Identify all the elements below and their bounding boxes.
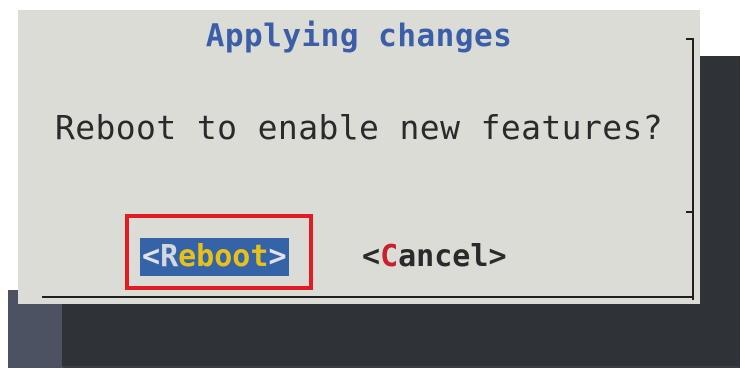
dialog-frame-right	[692, 38, 694, 300]
dialog-frame-bottom	[42, 296, 694, 298]
cancel-button[interactable]: < Cancel >	[362, 238, 507, 276]
reboot-button-hotkey: R	[160, 239, 179, 274]
dialog-message: Reboot to enable new features?	[54, 108, 664, 147]
cancel-button-hotkey: C	[380, 239, 399, 274]
reboot-button-open-bracket: <	[142, 239, 161, 274]
cancel-button-label: ancel	[398, 239, 489, 274]
cancel-button-close-bracket: >	[488, 239, 507, 274]
reboot-button-close-bracket: >	[268, 239, 287, 274]
reboot-button[interactable]: < Reboot >	[140, 238, 289, 276]
dialog-box	[18, 10, 700, 304]
dialog-title: Applying changes	[205, 18, 513, 54]
cancel-button-open-bracket: <	[362, 239, 381, 274]
dialog-frame-divider-tick	[686, 211, 694, 213]
reboot-button-label: eboot	[178, 239, 269, 274]
